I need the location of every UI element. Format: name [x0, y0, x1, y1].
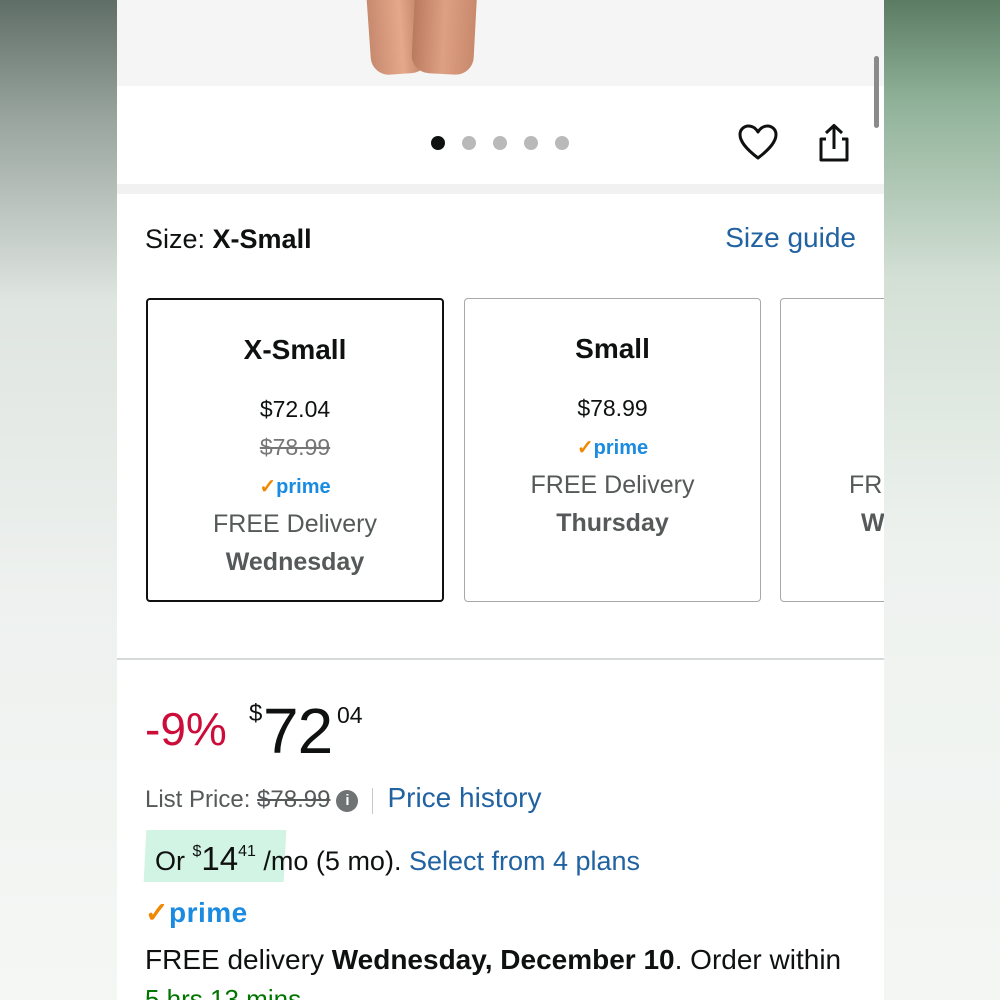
size-option-name: X-Small [243, 334, 347, 365]
delivery-suffix: . Order within [674, 944, 842, 975]
size-guide-link[interactable]: Size guide [725, 222, 856, 254]
prime-check-icon: ✓ [576, 437, 594, 459]
price-currency: $ [249, 700, 263, 727]
product-page: Size: X-Small Size guide X-Small $72.04 … [117, 0, 884, 1000]
carousel-dot[interactable] [493, 136, 507, 150]
size-option-price: $78.99 [577, 395, 648, 421]
plan-term: /mo (5 mo). [255, 846, 409, 876]
delivery-date: Wednesday, December 10 [331, 944, 675, 975]
discount-percent: -9% [145, 703, 227, 755]
delivery-info: FREE delivery Wednesday, December 10. Or… [145, 944, 841, 976]
separator [372, 787, 374, 814]
delivery-text: FREE Delivery [213, 510, 377, 538]
price-block: -9% $ 72 04 List Price: $78.99 i Price his… [117, 660, 884, 1000]
size-option-x-small[interactable]: X-Small $72.04 $78.99 ✓prime FREE Delive… [146, 298, 444, 602]
carousel-dot[interactable] [462, 136, 476, 150]
order-countdown: 5 hrs 13 mins [145, 984, 302, 1000]
background-right [884, 0, 1000, 1000]
delivery-day: Thursday [556, 509, 669, 537]
plan-fraction: 41 [238, 843, 256, 860]
product-photo-leg [410, 0, 478, 76]
info-icon[interactable]: i [336, 789, 359, 812]
price-whole: 72 [263, 695, 333, 767]
scrollbar[interactable] [874, 56, 879, 128]
size-option-price: $72.04 [259, 396, 331, 422]
prime-badge: ✓prime [145, 897, 248, 928]
prime-badge: ✓prime [259, 476, 331, 498]
share-icon[interactable] [813, 122, 855, 164]
size-option-partial[interactable]: FRI W [780, 298, 884, 602]
size-option-name: Small [575, 333, 650, 364]
plan-prefix: Or [155, 846, 193, 876]
prime-badge: ✓prime [576, 437, 649, 459]
prime-check-icon: ✓ [145, 897, 169, 928]
heart-icon[interactable] [737, 122, 779, 164]
prime-check-icon: ✓ [259, 476, 277, 498]
delivery-day: W [861, 509, 884, 537]
delivery-day: Wednesday [225, 548, 365, 576]
price-fraction: 04 [337, 702, 363, 728]
selected-size: X-Small [212, 224, 312, 254]
carousel-dot[interactable] [555, 136, 569, 150]
select-plans-link[interactable]: Select from 4 plans [409, 846, 640, 876]
size-option-list-price: $78.99 [259, 434, 331, 460]
product-image[interactable] [117, 0, 884, 86]
size-option-small[interactable]: Small $78.99 ✓prime FREE Delivery Thursd… [464, 298, 761, 602]
carousel-dot[interactable] [431, 136, 445, 150]
list-price-row: List Price: $78.99 i Price history [145, 782, 542, 814]
carousel-dot[interactable] [524, 136, 538, 150]
list-price-label: List Price: [145, 786, 251, 813]
size-selector: Size: X-Small Size guide X-Small $72.04 … [117, 194, 884, 658]
delivery-text: FRI [849, 471, 884, 499]
delivery-prefix: FREE delivery [145, 944, 332, 975]
size-label: Size: X-Small [145, 224, 312, 254]
list-price-value: $78.99 [257, 786, 331, 813]
image-carousel-controls [117, 56, 884, 184]
price-history-link[interactable]: Price history [387, 782, 541, 813]
delivery-text: FREE Delivery [530, 471, 695, 499]
plan-whole: 14 [201, 840, 239, 877]
